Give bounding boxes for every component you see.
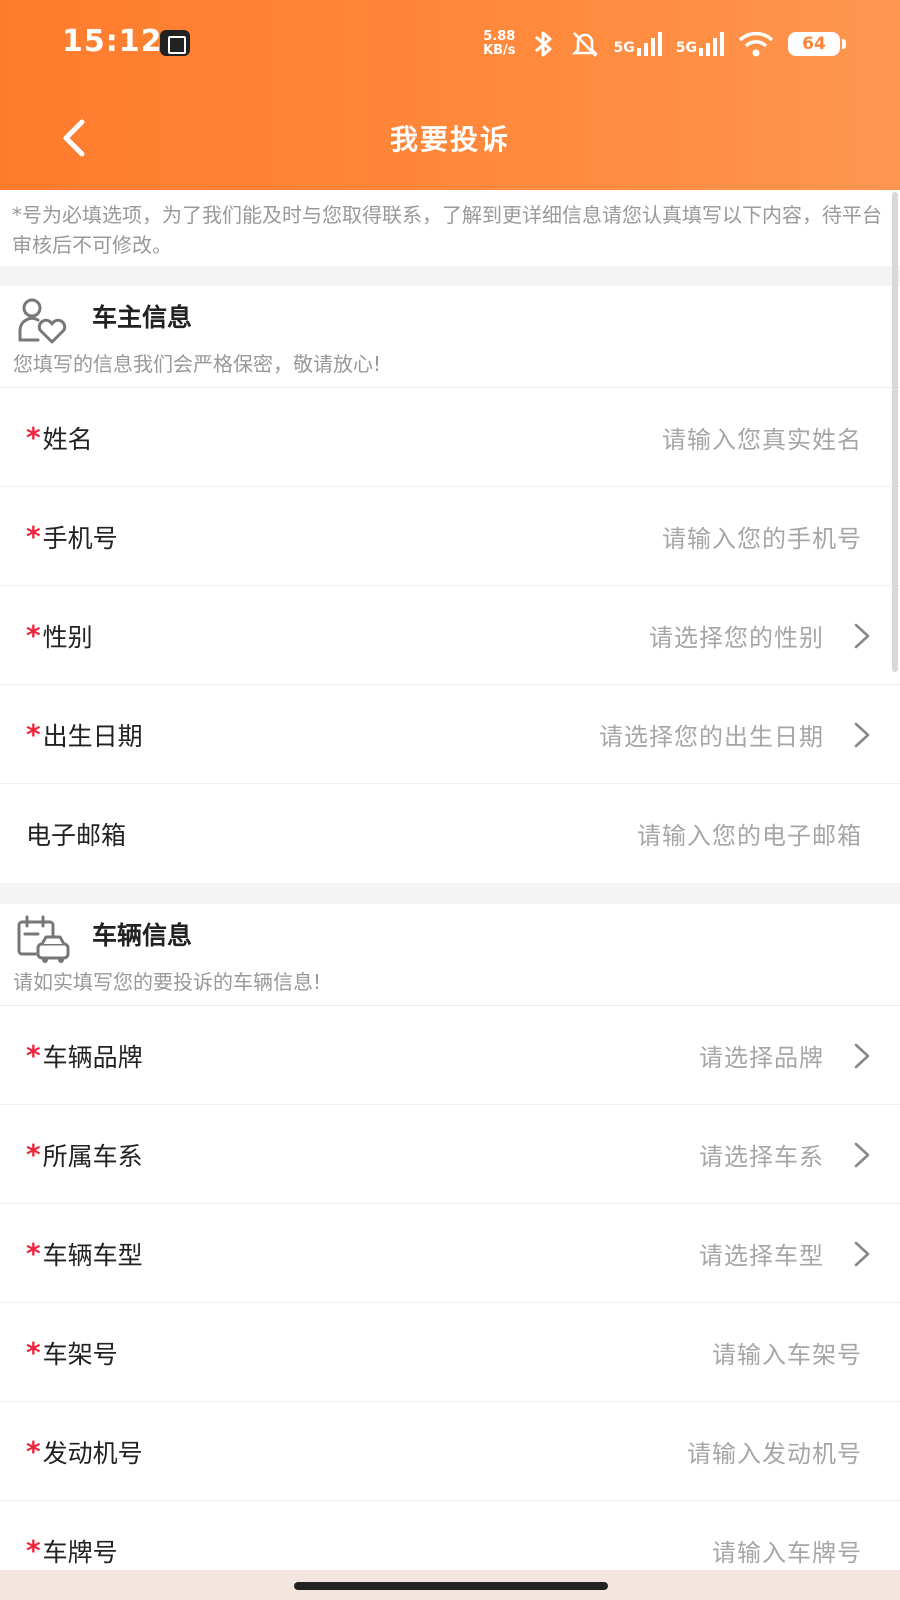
vehicle-section-title: 车辆信息 (92, 921, 193, 950)
field-label: 所属车系 (42, 1141, 143, 1171)
bluetooth-icon (534, 31, 552, 57)
required-notice: *号为必填选项，为了我们能及时与您取得联系，了解到更详细信息请您认真填写以下内容… (0, 190, 900, 266)
required-mark: * (26, 1039, 41, 1072)
app-header: 15:12 5.88 KB/s 5G 5G 64 我要投诉 (0, 0, 900, 190)
field-label: 车牌号 (42, 1537, 118, 1567)
birthdate-select[interactable]: 请选择您的出生日期 (599, 685, 824, 784)
network-speed: 5.88 KB/s (483, 30, 515, 58)
model-select[interactable]: 请选择车型 (699, 1204, 824, 1303)
signal-2-label: 5G (675, 40, 697, 56)
birthdate-field[interactable]: * 出生日期 请选择您的出生日期 (0, 685, 900, 784)
chevron-right-icon[interactable] (850, 1042, 874, 1070)
owner-section-title: 车主信息 (92, 303, 193, 332)
home-indicator[interactable] (294, 1582, 608, 1590)
battery-indicator: 64 (788, 32, 846, 56)
series-field[interactable]: * 所属车系 请选择车系 (0, 1105, 900, 1204)
field-label: 发动机号 (42, 1438, 143, 1468)
owner-section-header: 车主信息 您填写的信息我们会严格保密，敬请放心! (0, 286, 900, 388)
signal-bars-icon (699, 32, 724, 56)
brand-select[interactable]: 请选择品牌 (699, 1006, 824, 1105)
name-input[interactable]: 请输入您真实姓名 (662, 388, 862, 487)
network-speed-value: 5.88 (483, 29, 516, 44)
model-field[interactable]: * 车辆车型 请选择车型 (0, 1204, 900, 1303)
chevron-right-icon[interactable] (850, 1240, 874, 1268)
gender-select[interactable]: 请选择您的性别 (649, 586, 824, 685)
email-field[interactable]: 电子邮箱 请输入您的电子邮箱 (0, 784, 900, 883)
chevron-right-icon[interactable] (850, 1141, 874, 1169)
required-mark: * (26, 1534, 41, 1567)
field-label: 性别 (42, 622, 93, 652)
scrollbar[interactable] (892, 192, 898, 672)
page-title: 我要投诉 (389, 123, 510, 156)
brand-field[interactable]: * 车辆品牌 请选择品牌 (0, 1006, 900, 1105)
bell-muted-icon (571, 32, 598, 57)
required-mark: * (26, 1435, 41, 1468)
required-mark: * (26, 1237, 41, 1270)
car-calendar-icon (17, 915, 70, 963)
name-field[interactable]: * 姓名 请输入您真实姓名 (0, 388, 900, 487)
vin-input[interactable]: 请输入车架号 (712, 1303, 862, 1402)
vehicle-info-section: 车辆信息 请如实填写您的要投诉的车辆信息! * 车辆品牌 请选择品牌 * 所属车… (0, 904, 900, 1600)
field-label: 车辆品牌 (42, 1042, 143, 1072)
required-mark: * (26, 1138, 41, 1171)
field-label: 手机号 (42, 523, 118, 553)
phone-input[interactable]: 请输入您的手机号 (662, 487, 862, 586)
vehicle-section-subtitle: 请如实填写您的要投诉的车辆信息! (13, 970, 322, 994)
screen-record-icon (160, 30, 190, 56)
network-speed-unit: KB/s (483, 43, 516, 58)
user-heart-icon (18, 298, 67, 344)
required-mark: * (26, 718, 41, 751)
status-bar: 15:12 5.88 KB/s 5G 5G 64 (0, 0, 900, 88)
signal-1: 5G (614, 32, 662, 56)
engine-number-field[interactable]: * 发动机号 请输入发动机号 (0, 1402, 900, 1501)
email-input[interactable]: 请输入您的电子邮箱 (637, 784, 862, 883)
phone-field[interactable]: * 手机号 请输入您的手机号 (0, 487, 900, 586)
field-label: 出生日期 (42, 721, 143, 751)
engine-number-input[interactable]: 请输入发动机号 (687, 1402, 862, 1501)
series-select[interactable]: 请选择车系 (699, 1105, 824, 1204)
status-icons: 5.88 KB/s 5G 5G 64 (483, 24, 846, 64)
field-label: 车架号 (42, 1339, 118, 1369)
nav-bar: 我要投诉 (0, 88, 900, 188)
gender-field[interactable]: * 性别 请选择您的性别 (0, 586, 900, 685)
required-mark: * (26, 619, 41, 652)
vehicle-section-header: 车辆信息 请如实填写您的要投诉的车辆信息! (0, 904, 900, 1006)
wifi-icon (738, 31, 774, 57)
field-label: 电子邮箱 (26, 820, 127, 850)
required-mark: * (26, 1336, 41, 1369)
signal-1-label: 5G (613, 40, 635, 56)
field-label: 姓名 (42, 424, 93, 454)
chevron-right-icon[interactable] (850, 721, 874, 749)
owner-section-subtitle: 您填写的信息我们会严格保密，敬请放心! (13, 352, 382, 376)
required-mark: * (26, 520, 41, 553)
owner-info-section: 车主信息 您填写的信息我们会严格保密，敬请放心! * 姓名 请输入您真实姓名 *… (0, 286, 900, 883)
required-mark: * (26, 421, 41, 454)
signal-2: 5G (676, 32, 724, 56)
signal-bars-icon (636, 32, 662, 56)
field-label: 车辆车型 (42, 1240, 143, 1270)
home-bar-area (0, 1570, 900, 1600)
chevron-right-icon[interactable] (850, 622, 874, 650)
vin-field[interactable]: * 车架号 请输入车架号 (0, 1303, 900, 1402)
status-time: 15:12 (62, 24, 163, 59)
